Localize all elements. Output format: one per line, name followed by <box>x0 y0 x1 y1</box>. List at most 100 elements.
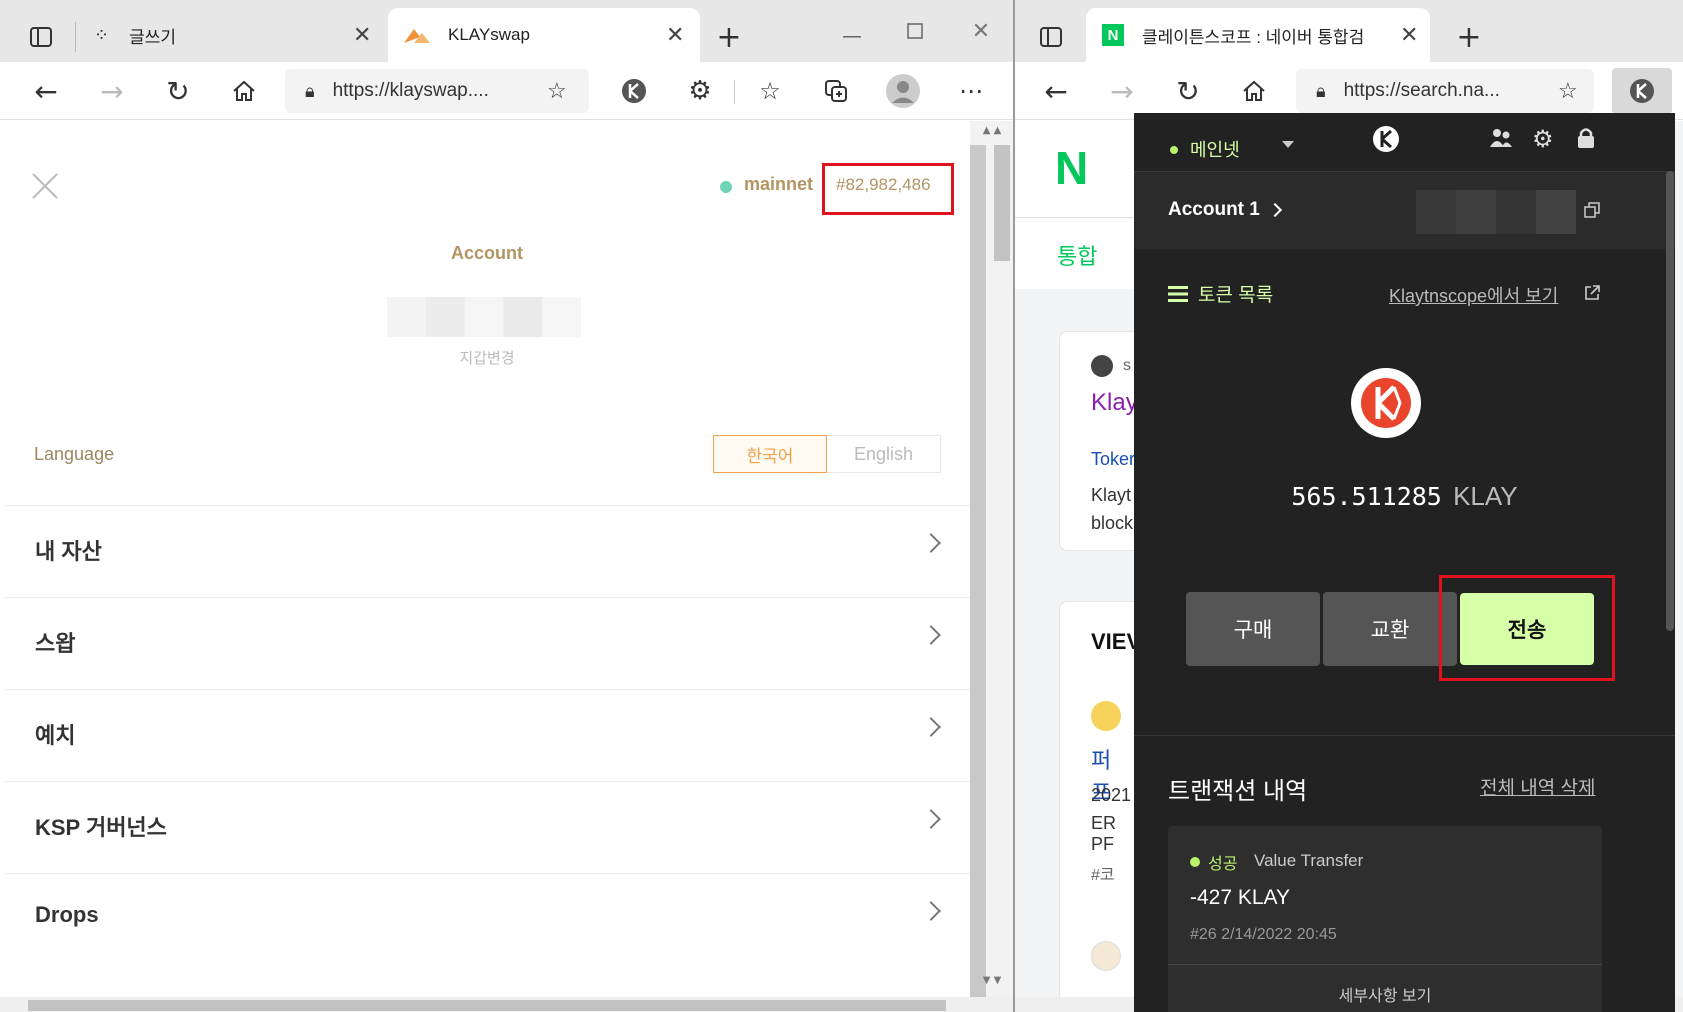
favorite-add-icon[interactable]: ☆ <box>547 78 567 104</box>
menu-my-assets[interactable]: 내 자산 <box>4 505 970 597</box>
snippet: s <box>1123 357 1131 374</box>
tx-card[interactable]: 성공 Value Transfer -427 KLAY #26 2/14/202… <box>1168 826 1602 1012</box>
kaikas-logo-icon <box>1372 125 1400 158</box>
tab-actions-icon[interactable] <box>24 20 58 54</box>
menu-ksp-governance[interactable]: KSP 거버넌스 <box>4 781 970 873</box>
minimize-icon[interactable] <box>835 20 869 54</box>
close-icon[interactable]: ✕ <box>666 22 684 48</box>
new-tab-icon[interactable]: + <box>1452 20 1486 55</box>
naver-tab-all[interactable]: 통합 <box>1057 239 1097 271</box>
home-icon[interactable] <box>226 73 262 109</box>
address-bar[interactable]: 🔒︎ https://search.na... ☆ <box>1296 69 1594 113</box>
menu-label: Drops <box>35 902 99 927</box>
klaytnscope-link[interactable]: Klaytnscope에서 보기 <box>1389 282 1558 308</box>
network-selector[interactable]: 메인넷 <box>1190 136 1240 162</box>
snippet[interactable]: Toker <box>1091 449 1134 470</box>
blog-avatar <box>1091 941 1121 971</box>
extensions-icon[interactable]: ⚙ <box>682 73 718 109</box>
profile-avatar[interactable] <box>884 72 922 110</box>
menu-label: KSP 거버넌스 <box>35 815 167 840</box>
forward-icon[interactable]: → <box>1104 73 1140 109</box>
horizontal-scrollbar[interactable] <box>0 997 1014 1012</box>
refresh-icon[interactable]: ↻ <box>160 73 196 109</box>
scroll-thumb[interactable] <box>994 145 1010 261</box>
settings-gear-icon[interactable]: ⚙ <box>1532 125 1554 154</box>
wallet-scrollbar[interactable] <box>1666 171 1674 631</box>
account-name: Account 1 <box>1168 199 1260 220</box>
section-divider <box>1134 735 1675 736</box>
kaikas-extension-icon[interactable] <box>1612 68 1672 114</box>
kaikas-wallet-popup: 메인넷 ⚙ Account 1 토큰 목록 Klaytnscope에서 보기 5… <box>1134 113 1675 1012</box>
more-options-icon[interactable]: ⋯ <box>953 73 989 109</box>
tab-write[interactable]: ⁘ 글쓰기 ✕ <box>88 8 383 62</box>
tx-details-link[interactable]: 세부사항 보기 <box>1168 982 1602 1006</box>
clear-history-link[interactable]: 전체 내역 삭제 <box>1480 773 1595 800</box>
kaikas-extension-icon[interactable] <box>616 73 652 109</box>
back-icon[interactable]: ← <box>1038 73 1074 109</box>
address-book-icon[interactable] <box>1489 127 1513 154</box>
tab-actions-icon[interactable] <box>1034 20 1068 54</box>
menu-drops[interactable]: Drops <box>4 873 970 965</box>
url-text: https://klayswap.... <box>332 80 489 101</box>
tx-card-divider <box>1168 964 1602 965</box>
new-tab-icon[interactable]: + <box>712 20 746 55</box>
snippet: 2021 <box>1091 785 1132 805</box>
tab-klayswap[interactable]: KLAYswap ✕ <box>388 8 700 62</box>
tx-history-title: 트랜잭션 내역 <box>1168 778 1308 805</box>
tx-amount: -427 KLAY <box>1190 886 1291 909</box>
favorite-add-icon[interactable]: ☆ <box>1558 78 1578 104</box>
h-scroll-thumb[interactable] <box>28 1000 946 1011</box>
chevron-right-icon <box>921 717 941 737</box>
snippet: block <box>1091 513 1134 533</box>
back-icon[interactable]: ← <box>28 73 64 109</box>
scroll-up-arrow[interactable]: ▲ ▲ <box>970 125 1014 136</box>
address-blurred <box>1416 190 1576 234</box>
klaytn-small-icon <box>1091 355 1113 377</box>
tab-label: 글쓰기 <box>129 27 177 47</box>
lang-korean-button[interactable]: 한국어 <box>713 435 827 473</box>
account-header[interactable]: Account 1 <box>1134 171 1675 249</box>
naver-page-right-edge <box>1675 121 1683 999</box>
highlight-box <box>822 163 954 215</box>
menu-label: 예치 <box>35 723 76 748</box>
menu-deposit[interactable]: 예치 <box>4 689 970 781</box>
account-title: Account <box>451 243 523 263</box>
naver-logo[interactable]: N <box>1055 141 1088 195</box>
copy-address-icon[interactable] <box>1584 202 1600 223</box>
favorites-icon[interactable]: ☆ <box>752 73 788 109</box>
forward-icon[interactable]: → <box>94 73 130 109</box>
tab-naver[interactable]: N 클레이튼스코프 : 네이버 통합검 ✕ <box>1086 8 1430 62</box>
token-list-label[interactable]: 토큰 목록 <box>1198 280 1273 307</box>
swap-button[interactable]: 교환 <box>1323 592 1457 666</box>
chevron-right-icon <box>921 809 941 829</box>
window-close-icon[interactable]: ✕ <box>964 14 998 48</box>
hamburger-icon[interactable] <box>1168 286 1188 307</box>
language-label: Language <box>34 444 115 464</box>
snippet[interactable]: Klay <box>1091 389 1134 417</box>
lang-english-button[interactable]: English <box>827 435 941 473</box>
vertical-scrollbar[interactable]: ▲ ▲ <box>970 121 1014 1012</box>
chevron-right-icon <box>921 625 941 645</box>
change-wallet-link[interactable]: 지갑변경 <box>4 347 970 368</box>
scroll-thumb-track[interactable] <box>970 145 986 1012</box>
network-dropdown-icon[interactable] <box>1282 141 1294 148</box>
menu-swap[interactable]: 스왑 <box>4 597 970 689</box>
close-menu-icon[interactable] <box>30 171 62 203</box>
tx-type: Value Transfer <box>1254 851 1364 870</box>
external-link-icon[interactable] <box>1584 285 1600 306</box>
toolbar-divider <box>734 80 735 104</box>
scroll-down-arrow[interactable]: ▼ ▼ <box>970 975 1014 986</box>
balance-value: 565.511285 <box>1291 482 1442 511</box>
address-bar[interactable]: 🔒︎ https://klayswap.... ☆ <box>285 69 589 113</box>
refresh-icon[interactable]: ↻ <box>1170 73 1206 109</box>
collections-icon[interactable] <box>818 73 854 109</box>
buy-button[interactable]: 구매 <box>1186 592 1320 666</box>
tab-divider <box>75 22 76 52</box>
close-icon[interactable]: ✕ <box>1400 22 1418 48</box>
network-label: mainnet <box>744 174 814 194</box>
maximize-icon[interactable] <box>898 14 932 48</box>
tx-status-dot <box>1190 857 1200 867</box>
close-icon[interactable]: ✕ <box>353 22 371 48</box>
home-icon[interactable] <box>1236 73 1272 109</box>
lock-icon[interactable] <box>1577 127 1595 154</box>
